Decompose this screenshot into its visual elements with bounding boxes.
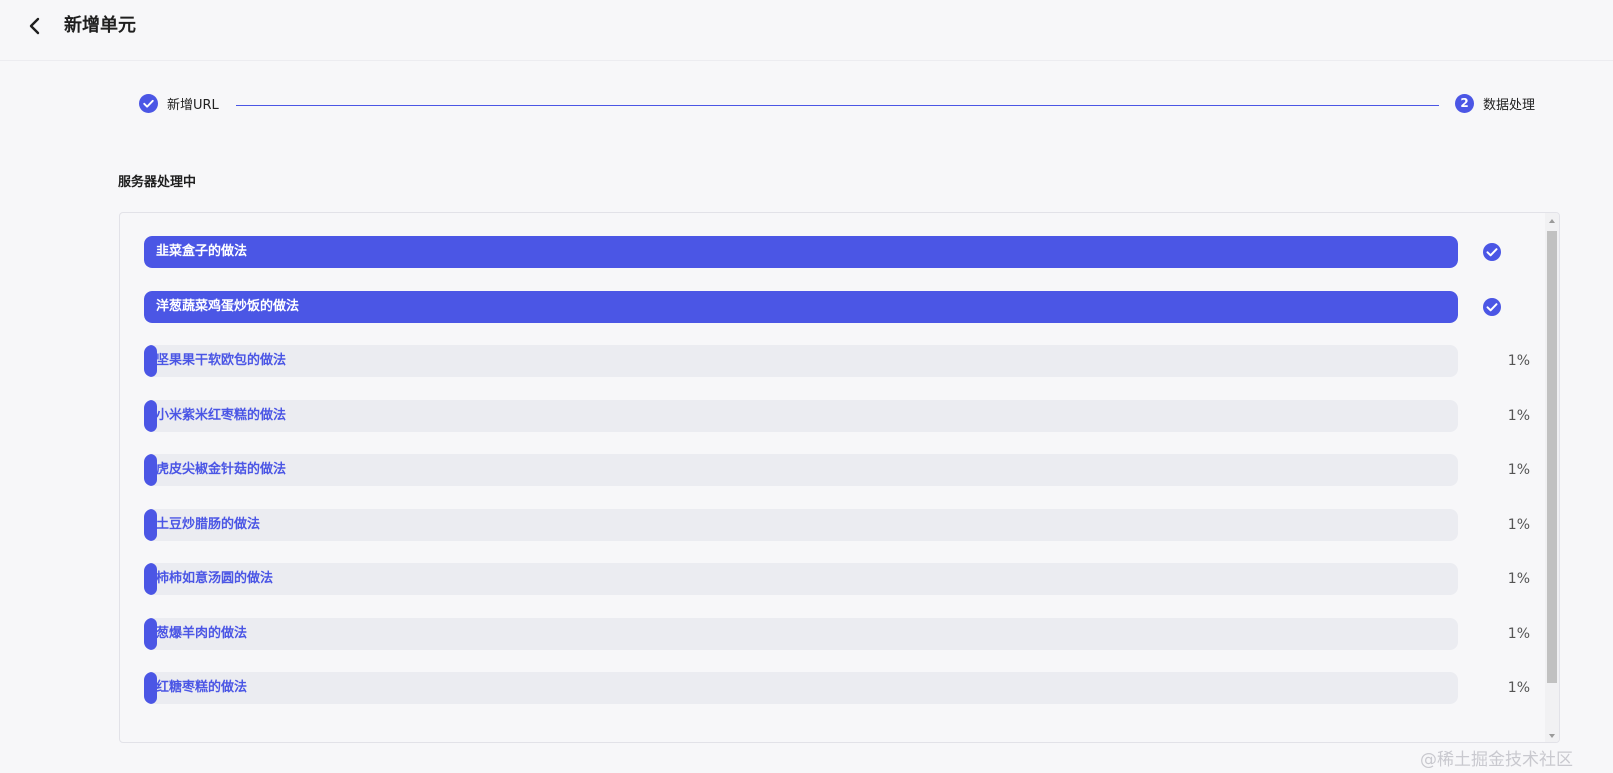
item-label: 虎皮尖椒金针菇的做法 (156, 462, 287, 477)
scroll-up-arrow-icon[interactable] (1545, 213, 1559, 227)
list-item: 小米紫米红枣糕的做法 1% (120, 399, 1540, 434)
step-new-url: 新增URL (139, 93, 219, 113)
list-item: 虎皮尖椒金针菇的做法 1% (120, 454, 1540, 488)
chevron-left-icon (29, 17, 40, 35)
progress-track: 红糖枣糕的做法 (144, 672, 1458, 704)
progress-track: 韭菜盒子的做法 (144, 236, 1458, 268)
section-title: 服务器处理中 (118, 175, 197, 190)
item-label: 柿柿如意汤圆的做法 (156, 571, 274, 586)
list-item: 土豆炒腊肠的做法 1% (120, 508, 1540, 543)
progress-fill (144, 290, 1458, 323)
progress-percent: 1% (1507, 407, 1530, 424)
list-item: 葱爆羊肉的做法 1% (120, 617, 1540, 652)
watermark: @稀土掘金技术社区 (1420, 750, 1573, 770)
item-label: 坚果果干软欧包的做法 (156, 353, 287, 368)
check-circle-icon (1483, 297, 1501, 316)
progress-percent: 1% (1507, 680, 1530, 696)
scroll-thumb[interactable] (1547, 231, 1557, 683)
progress-percent: 1% (1507, 571, 1530, 587)
item-label: 红糖枣糕的做法 (156, 680, 248, 695)
progress-percent: 1% (1507, 625, 1530, 642)
progress-track: 小米紫米红枣糕的做法 (144, 399, 1458, 432)
step-label: 数据处理 (1483, 97, 1536, 113)
item-label: 小米紫米红枣糕的做法 (156, 407, 287, 423)
progress-percent: 1% (1507, 353, 1530, 369)
progress-track: 坚果果干软欧包的做法 (144, 345, 1458, 377)
item-label: 葱爆羊肉的做法 (156, 625, 248, 641)
item-label: 洋葱蔬菜鸡蛋炒饭的做法 (156, 298, 300, 314)
scrollbar[interactable] (1545, 213, 1559, 742)
step-number: 2 (1455, 93, 1474, 113)
progress-percent: 1% (1507, 462, 1530, 478)
list-item: 洋葱蔬菜鸡蛋炒饭的做法 (120, 290, 1540, 325)
back-button[interactable] (22, 13, 48, 39)
progress-track: 洋葱蔬菜鸡蛋炒饭的做法 (144, 290, 1458, 323)
step-data-processing: 2 数据处理 (1455, 93, 1535, 113)
progress-fill (144, 236, 1458, 268)
list-item: 坚果果干软欧包的做法 1% (120, 345, 1540, 379)
item-label: 韭菜盒子的做法 (156, 244, 248, 259)
list-item: 柿柿如意汤圆的做法 1% (120, 563, 1540, 597)
list-item: 红糖枣糕的做法 1% (120, 672, 1540, 706)
progress-track: 柿柿如意汤圆的做法 (144, 563, 1458, 595)
progress-track: 土豆炒腊肠的做法 (144, 508, 1458, 541)
progress-track: 虎皮尖椒金针菇的做法 (144, 454, 1458, 486)
item-label: 土豆炒腊肠的做法 (156, 516, 261, 532)
page-title: 新增单元 (64, 15, 136, 36)
check-circle-icon (139, 93, 158, 113)
list-item: 韭菜盒子的做法 (120, 236, 1540, 270)
progress-list-panel: 韭菜盒子的做法 洋葱蔬菜鸡蛋炒饭的做法 坚果果干软欧包的做法 1% 小米紫米红枣糕的做法… (119, 212, 1560, 743)
scroll-down-arrow-icon[interactable] (1545, 728, 1559, 742)
page-header: 新增单元 (0, 0, 1613, 61)
progress-percent: 1% (1507, 516, 1530, 533)
step-connector (236, 105, 1439, 106)
progress-track: 葱爆羊肉的做法 (144, 617, 1458, 650)
check-circle-icon (1483, 243, 1501, 261)
step-label: 新增URL (167, 97, 219, 113)
